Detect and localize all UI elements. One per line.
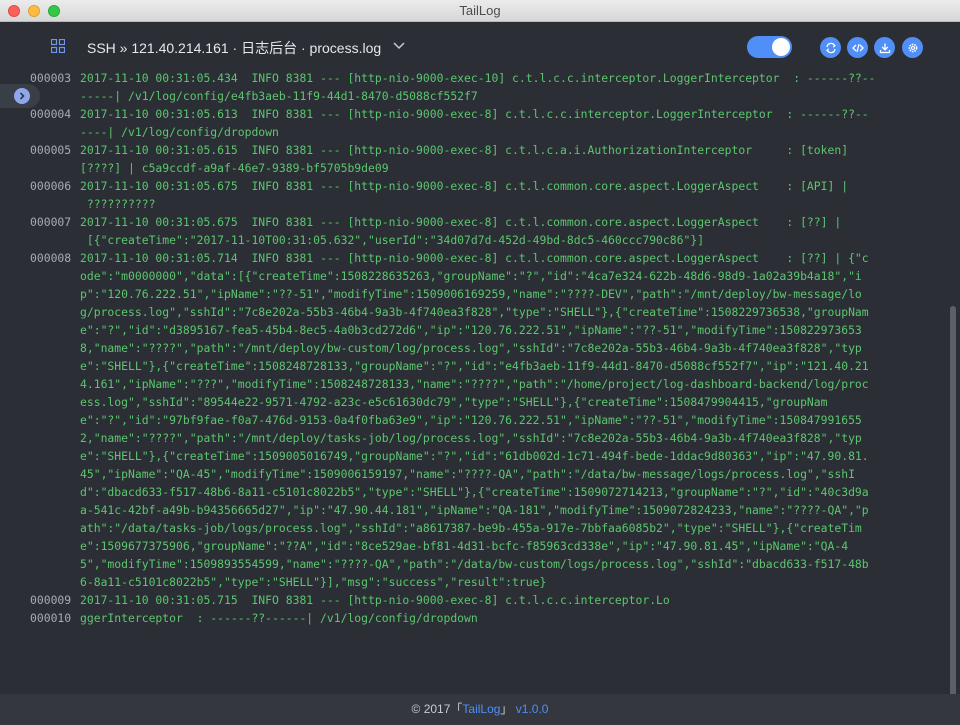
code-button[interactable] xyxy=(847,37,868,58)
settings-button[interactable] xyxy=(902,37,923,58)
log-text: ----| /v1/log/config/dropdown xyxy=(80,125,279,139)
window-title: TailLog xyxy=(459,3,501,18)
follow-toggle[interactable] xyxy=(747,36,792,58)
footer-bracket: 」 xyxy=(500,702,513,716)
log-line: 000009 2017-11-10 00:31:05.715 INFO 8381 … xyxy=(30,591,876,609)
code-icon xyxy=(851,43,864,52)
log-text: 2017-11-10 00:31:05.675 INFO 8381 --- [h… xyxy=(80,215,842,229)
log-line: 6-8a11-c5101c8022b5","type":"SHELL"}],"m… xyxy=(30,573,876,591)
log-text: e":"?","id":"d3895167-fea5-45b4-8ec5-4a0… xyxy=(80,323,862,337)
toggle-knob xyxy=(772,38,790,56)
log-text: 8,"name":"????","path":"/mnt/deploy/bw-c… xyxy=(80,341,862,355)
log-line: 8,"name":"????","path":"/mnt/deploy/bw-c… xyxy=(30,339,876,357)
log-line: d":"dbacd633-f517-48b6-8a11-c5101c8022b5… xyxy=(30,483,876,501)
log-text: 2017-11-10 00:31:05.613 INFO 8381 --- [h… xyxy=(80,107,869,121)
log-line: e":"SHELL"},{"createTime":1509005016749,… xyxy=(30,447,876,465)
connection-title[interactable]: SSH » 121.40.214.161 · 日志后台 · process.lo… xyxy=(87,38,381,58)
side-panel-tab[interactable] xyxy=(0,84,40,108)
footer-copyright: © 2017「 xyxy=(411,702,463,716)
log-text: d":"dbacd633-f517-48b6-8a11-c5101c8022b5… xyxy=(80,485,869,499)
log-line: 000008 2017-11-10 00:31:05.714 INFO 8381 … xyxy=(30,249,876,267)
expand-button[interactable] xyxy=(14,88,30,104)
log-line: ----| /v1/log/config/dropdown xyxy=(30,123,876,141)
log-line: 000010 ggerInterceptor : ------??------| … xyxy=(30,609,876,627)
log-output: 000003 2017-11-10 00:31:05.434 INFO 8381 … xyxy=(30,72,876,627)
app-header: SSH » 121.40.214.161 · 日志后台 · process.lo… xyxy=(0,22,960,72)
settings-icon xyxy=(908,43,917,52)
log-line: -----| /v1/log/config/e4fb3aeb-11f9-44d1… xyxy=(30,87,876,105)
log-line: 5","modifyTime":1509893554599,"name":"??… xyxy=(30,555,876,573)
log-text: 2017-11-10 00:31:05.615 INFO 8381 --- [h… xyxy=(80,143,849,157)
log-line: e":"?","id":"97bf9fae-f0a7-476d-9153-0a4… xyxy=(30,411,876,429)
log-text: e":"?","id":"97bf9fae-f0a7-476d-9153-0a4… xyxy=(80,413,862,427)
log-text: 2017-11-10 00:31:05.675 INFO 8381 --- [h… xyxy=(80,179,849,193)
log-line: 000006 2017-11-10 00:31:05.675 INFO 8381 … xyxy=(30,177,876,195)
log-text: 2017-11-10 00:31:05.434 INFO 8381 --- [h… xyxy=(80,72,876,85)
log-line: [????] | c5a9ccdf-a9af-46e7-9389-bf5705b… xyxy=(30,159,876,177)
log-line: p":"120.76.222.51","ipName":"??-51","mod… xyxy=(30,285,876,303)
log-text: -----| /v1/log/config/e4fb3aeb-11f9-44d1… xyxy=(80,89,478,103)
line-number: 000010 xyxy=(30,611,72,625)
footer-brand-link[interactable]: TailLog xyxy=(462,702,500,716)
log-text: 2,"name":"????","path":"/mnt/deploy/task… xyxy=(80,431,862,445)
log-text: e":"SHELL"},{"createTime":1509005016749,… xyxy=(80,449,869,463)
log-viewer[interactable]: 000003 2017-11-10 00:31:05.434 INFO 8381 … xyxy=(0,72,960,694)
log-text: a-541c-42bf-a49b-b94356665d27","ip":"47.… xyxy=(80,503,869,517)
refresh-button[interactable] xyxy=(820,37,841,58)
log-text: ?????????? xyxy=(80,197,156,211)
window-titlebar: TailLog xyxy=(0,0,960,22)
log-text: [{"createTime":"2017-11-10T00:31:05.632"… xyxy=(80,233,705,247)
log-text: ess.log","sshId":"89544e22-9571-4792-a23… xyxy=(80,395,828,409)
log-line: 4.161","ipName":"???","modifyTime":15082… xyxy=(30,375,876,393)
log-text: 4.161","ipName":"???","modifyTime":15082… xyxy=(80,377,869,391)
log-text: 2017-11-10 00:31:05.715 INFO 8381 --- [h… xyxy=(80,593,670,607)
log-line: [{"createTime":"2017-11-10T00:31:05.632"… xyxy=(30,231,876,249)
line-number: 000009 xyxy=(30,593,72,607)
line-number: 000007 xyxy=(30,215,72,229)
log-line: 000004 2017-11-10 00:31:05.613 INFO 8381 … xyxy=(30,105,876,123)
log-line: 000005 2017-11-10 00:31:05.615 INFO 8381 … xyxy=(30,141,876,159)
scrollbar-thumb[interactable] xyxy=(950,306,956,694)
line-number: 000004 xyxy=(30,107,72,121)
log-line: 2,"name":"????","path":"/mnt/deploy/task… xyxy=(30,429,876,447)
log-line: e":"SHELL"},{"createTime":1508248728133,… xyxy=(30,357,876,375)
log-line: ath":"/data/tasks-job/logs/process.log",… xyxy=(30,519,876,537)
arrow-right-icon xyxy=(19,92,25,100)
log-text: e":1509677375906,"groupName":"??A","id":… xyxy=(80,539,849,553)
log-line: e":"?","id":"d3895167-fea5-45b4-8ec5-4a0… xyxy=(30,321,876,339)
log-text: e":"SHELL"},{"createTime":1508248728133,… xyxy=(80,359,869,373)
log-text: 5","modifyTime":1509893554599,"name":"??… xyxy=(80,557,869,571)
log-text: 2017-11-10 00:31:05.714 INFO 8381 --- [h… xyxy=(80,251,869,265)
log-line: 45","ipName":"QA-45","modifyTime":150900… xyxy=(30,465,876,483)
log-line: g/process.log","sshId":"7c8e202a-55b3-46… xyxy=(30,303,876,321)
log-text: 45","ipName":"QA-45","modifyTime":150900… xyxy=(80,467,855,481)
log-line: e":1509677375906,"groupName":"??A","id":… xyxy=(30,537,876,555)
log-text: ath":"/data/tasks-job/logs/process.log",… xyxy=(80,521,862,535)
download-button[interactable] xyxy=(874,37,895,58)
log-line: ?????????? xyxy=(30,195,876,213)
line-number: 000005 xyxy=(30,143,72,157)
download-icon xyxy=(879,43,890,53)
log-line: ode":"m0000000","data":[{"createTime":15… xyxy=(30,267,876,285)
refresh-icon xyxy=(825,42,836,53)
log-line: 000003 2017-11-10 00:31:05.434 INFO 8381 … xyxy=(30,72,876,87)
log-text: ode":"m0000000","data":[{"createTime":15… xyxy=(80,269,862,283)
log-text: 6-8a11-c5101c8022b5","type":"SHELL"}],"m… xyxy=(80,575,547,589)
log-text: g/process.log","sshId":"7c8e202a-55b3-46… xyxy=(80,305,869,319)
log-text: p":"120.76.222.51","ipName":"??-51","mod… xyxy=(80,287,862,301)
log-line: ess.log","sshId":"89544e22-9571-4792-a23… xyxy=(30,393,876,411)
log-line: a-541c-42bf-a49b-b94356665d27","ip":"47.… xyxy=(30,501,876,519)
line-number: 000008 xyxy=(30,251,72,265)
footer-version: v1.0.0 xyxy=(515,702,549,716)
log-text: ggerInterceptor : ------??------| /v1/lo… xyxy=(80,611,478,625)
grid-menu-icon[interactable] xyxy=(51,39,65,53)
line-number: 000006 xyxy=(30,179,72,193)
line-number: 000003 xyxy=(30,72,72,85)
footer: © 2017「TailLog」 v1.0.0 xyxy=(0,694,960,725)
chevron-down-icon[interactable] xyxy=(393,41,405,51)
log-line: 000007 2017-11-10 00:31:05.675 INFO 8381 … xyxy=(30,213,876,231)
log-text: [????] | c5a9ccdf-a9af-46e7-9389-bf5705b… xyxy=(80,161,389,175)
